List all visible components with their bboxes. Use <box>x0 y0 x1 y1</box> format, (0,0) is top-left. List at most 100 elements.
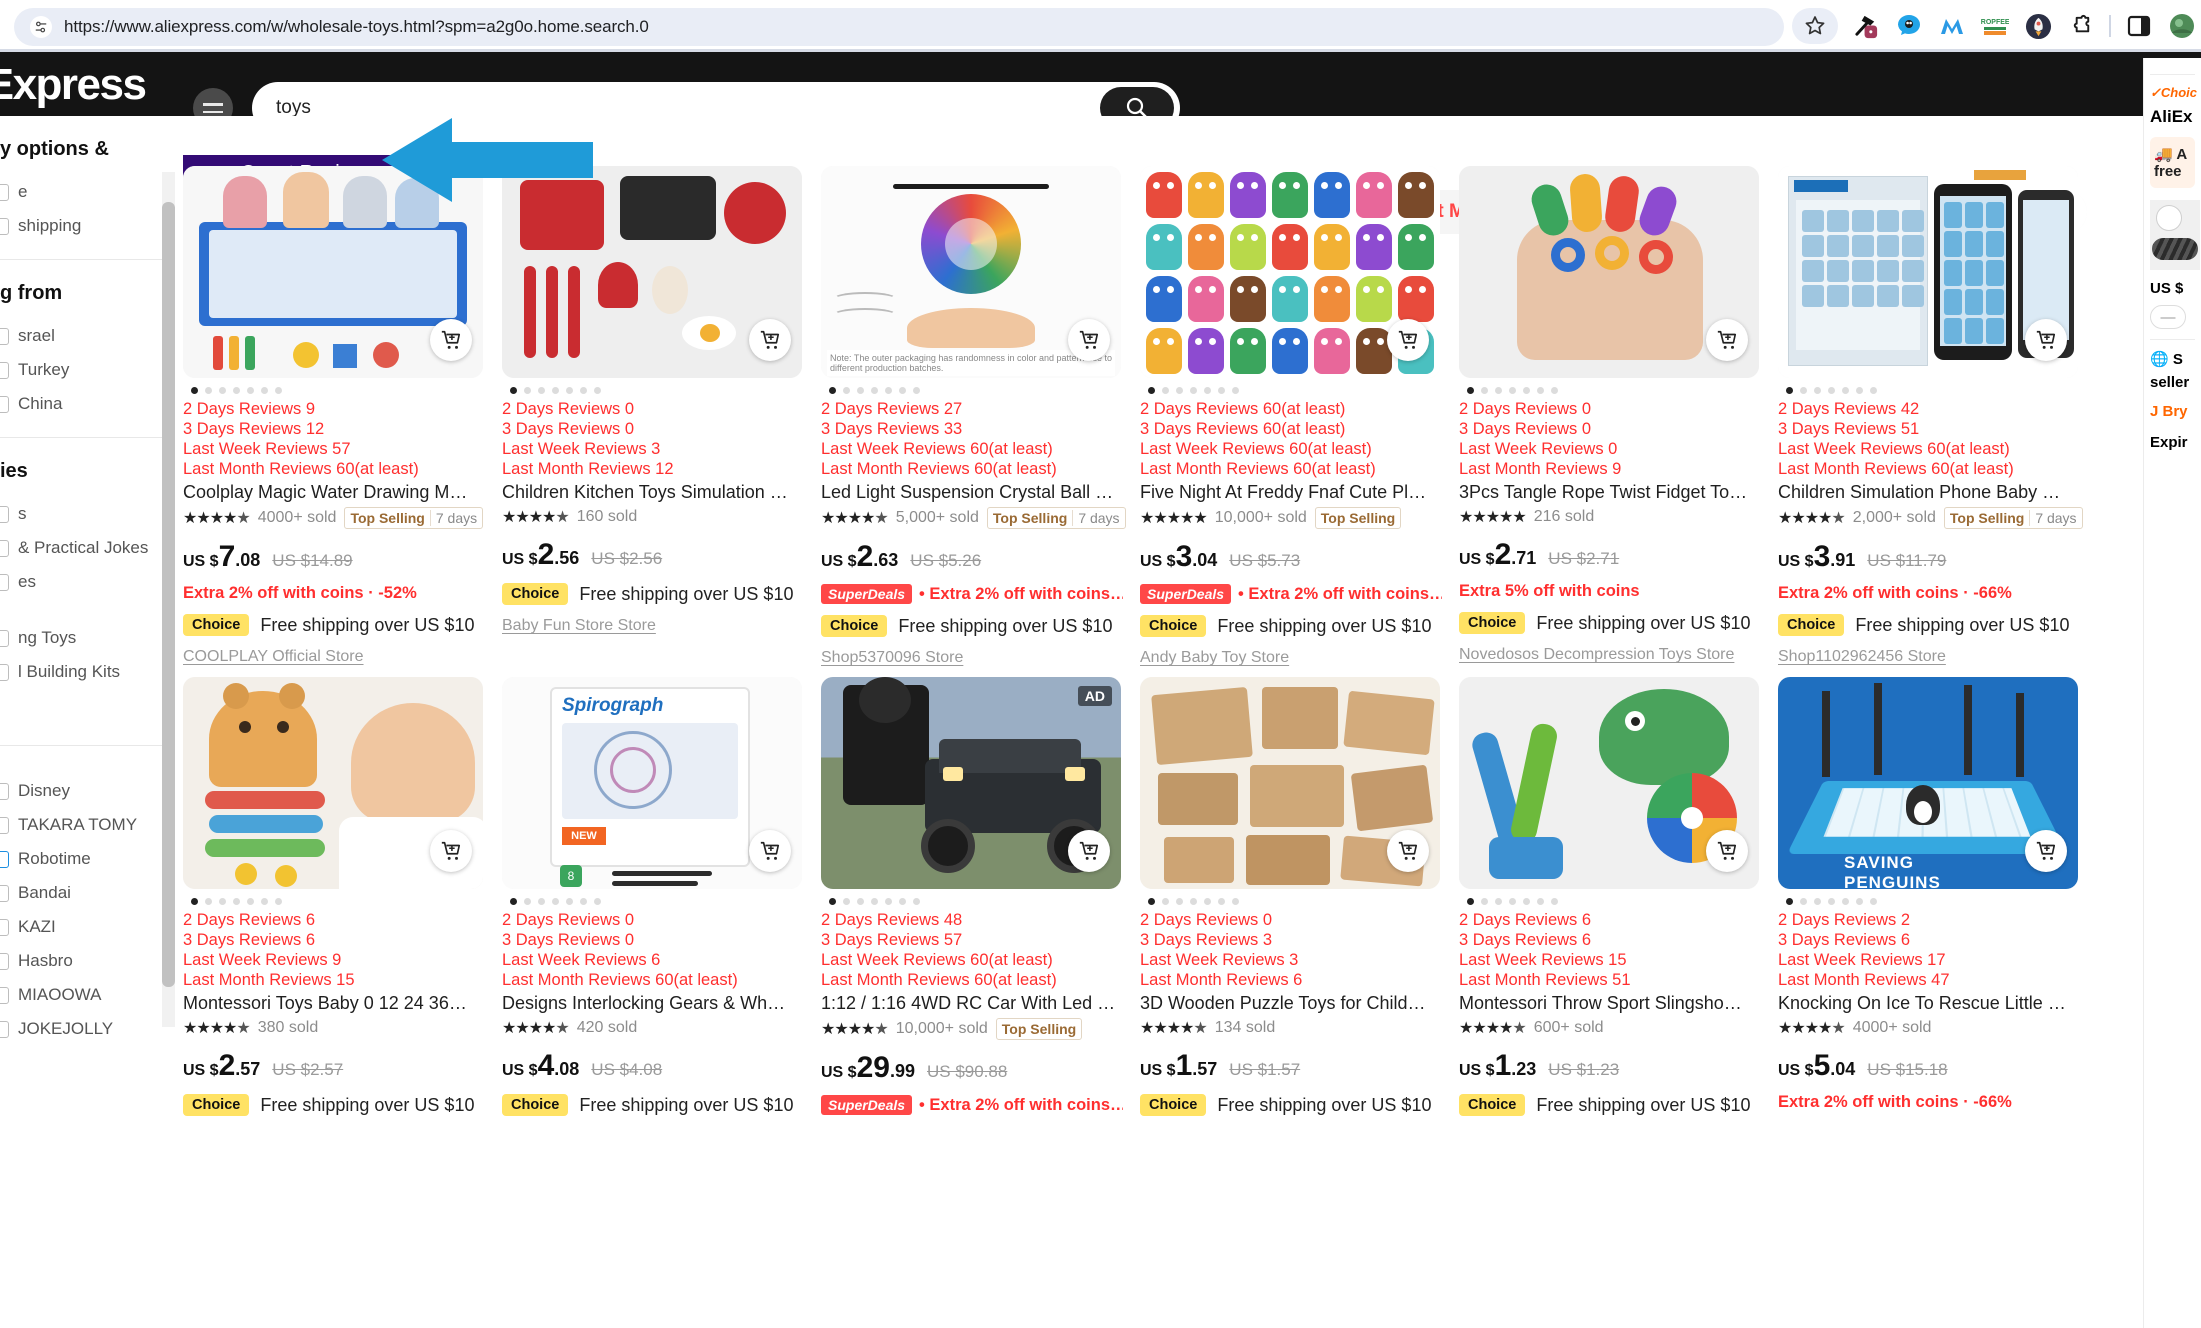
product-title[interactable]: Montessori Toys Baby 0 12 24 36… <box>183 992 483 1015</box>
product-image[interactable] <box>1778 166 2078 378</box>
filter-option[interactable]: & Practical Jokes <box>0 531 175 565</box>
product-title[interactable]: Children Kitchen Toys Simulation … <box>502 481 802 504</box>
brand-option-bandai[interactable]: Bandai <box>0 876 175 910</box>
product-card[interactable]: 2 Days Reviews 0 3 Days Reviews 0 Last Wee… <box>502 166 812 667</box>
extension-m-icon[interactable] <box>1937 11 1967 41</box>
product-title[interactable]: Children Simulation Phone Baby … <box>1778 481 2078 504</box>
product-image[interactable] <box>1140 677 1440 889</box>
image-carousel-dots[interactable] <box>821 889 1131 910</box>
checkbox[interactable] <box>0 816 9 834</box>
product-title[interactable]: 3Pcs Tangle Rope Twist Fidget To… <box>1459 481 1759 504</box>
filter-sidebar[interactable]: ▲ y options & e shipping g from srael Tu… <box>0 116 175 1328</box>
product-title[interactable]: Designs Interlocking Gears & Wh… <box>502 992 802 1015</box>
checkbox[interactable] <box>0 217 9 235</box>
product-card[interactable]: Spirograph NEW 8 2 Days Reviews 03 Days … <box>502 677 812 1116</box>
checkbox[interactable] <box>0 505 9 523</box>
bookmark-star-icon[interactable] <box>1792 8 1838 44</box>
store-name[interactable]: Shop5370096 Store <box>821 649 1131 667</box>
address-bar[interactable]: https://www.aliexpress.com/w/wholesale-t… <box>14 8 1784 46</box>
product-image[interactable]: Spirograph NEW 8 <box>502 677 802 889</box>
product-image[interactable] <box>1459 166 1759 378</box>
brand-option-disney[interactable]: Disney <box>0 774 175 808</box>
checkbox[interactable] <box>0 782 9 800</box>
filter-option[interactable]: s <box>0 497 175 531</box>
extensions-puzzle-icon[interactable] <box>2066 11 2096 41</box>
image-carousel-dots[interactable] <box>183 889 493 910</box>
filter-option[interactable]: ng Toys <box>0 621 175 655</box>
add-to-cart-button[interactable] <box>2025 319 2067 361</box>
product-card[interactable]: SAVING PENGUINS 2 Days Reviews 2 3 Days R… <box>1778 677 2088 1116</box>
store-name[interactable]: Andy Baby Toy Store <box>1140 649 1450 667</box>
checkbox[interactable] <box>0 918 9 936</box>
add-to-cart-button[interactable] <box>430 830 472 872</box>
filter-option[interactable]: shipping <box>0 209 175 243</box>
product-image[interactable]: AD <box>821 677 1121 889</box>
brand-option-kazi[interactable]: KAZI <box>0 910 175 944</box>
checkbox[interactable] <box>0 884 9 902</box>
checkbox[interactable] <box>0 986 9 1004</box>
product-title[interactable]: 3D Wooden Puzzle Toys for Child… <box>1140 992 1440 1015</box>
add-to-cart-button[interactable] <box>1068 830 1110 872</box>
add-to-cart-button[interactable] <box>2025 830 2067 872</box>
checkbox[interactable] <box>0 361 9 379</box>
checkbox[interactable] <box>0 629 9 647</box>
brand-option-hasbro[interactable]: Hasbro <box>0 944 175 978</box>
checkbox[interactable] <box>0 1020 9 1038</box>
image-carousel-dots[interactable] <box>1140 889 1450 910</box>
product-title[interactable]: Montessori Throw Sport Slingsho… <box>1459 992 1759 1015</box>
product-title[interactable]: Five Night At Freddy Fnaf Cute Pl… <box>1140 481 1440 504</box>
filter-option[interactable]: Turkey <box>0 353 175 387</box>
product-title[interactable]: 1:12 / 1:16 4WD RC Car With Led … <box>821 992 1121 1015</box>
image-carousel-dots[interactable] <box>1778 378 2088 399</box>
image-carousel-dots[interactable] <box>1459 889 1769 910</box>
add-to-cart-button[interactable] <box>749 319 791 361</box>
image-carousel-dots[interactable] <box>821 378 1131 399</box>
product-card[interactable]: 2 Days Reviews 6 3 Days Reviews 6 Last Wee… <box>183 677 493 1116</box>
checkbox[interactable] <box>0 183 9 201</box>
product-card[interactable]: 2 Days Reviews 0 3 Days Reviews 0 Last Wee… <box>1459 166 1769 667</box>
add-to-cart-button[interactable] <box>1068 319 1110 361</box>
product-image[interactable] <box>1459 677 1759 889</box>
right-side-panel[interactable]: ✓Choic AliEx 🚚 A free US $ — 🌐 S seller … <box>2143 58 2201 1328</box>
checkbox[interactable] <box>0 663 9 681</box>
checkbox[interactable] <box>0 573 9 591</box>
product-title[interactable]: Led Light Suspension Crystal Ball … <box>821 481 1121 504</box>
add-to-cart-button[interactable] <box>1387 319 1429 361</box>
extension-chat-icon[interactable] <box>1894 11 1924 41</box>
site-settings-icon[interactable] <box>30 16 52 38</box>
product-card[interactable]: AD 2 Days Reviews 48 3 Days Reviews 57 Las… <box>821 677 1131 1116</box>
sidebar-scrollbar-thumb[interactable] <box>162 202 175 987</box>
filter-option[interactable]: srael <box>0 319 175 353</box>
checkbox[interactable] <box>0 539 9 557</box>
add-to-cart-button[interactable] <box>1706 319 1748 361</box>
product-card[interactable]: 2 Days Reviews 42 3 Days Reviews 51 Last W… <box>1778 166 2088 667</box>
product-title[interactable]: Coolplay Magic Water Drawing M… <box>183 481 483 504</box>
image-carousel-dots[interactable] <box>183 378 493 399</box>
image-carousel-dots[interactable] <box>502 378 812 399</box>
add-to-cart-button[interactable] <box>1387 830 1429 872</box>
checkbox[interactable] <box>0 327 9 345</box>
decrease-quantity-button[interactable]: — <box>2150 305 2186 329</box>
checkbox[interactable] <box>0 395 9 413</box>
filter-option[interactable] <box>0 599 175 621</box>
store-name[interactable]: Baby Fun Store Store <box>502 617 812 635</box>
product-image[interactable]: Note: The outer packaging has randomness… <box>821 166 1121 378</box>
brand-option-miaoowa[interactable]: MIAOOWA <box>0 978 175 1012</box>
item-checkbox[interactable] <box>2156 205 2182 231</box>
extension-rocket-icon[interactable] <box>2023 11 2053 41</box>
store-name[interactable]: COOLPLAY Official Store <box>183 648 493 666</box>
filter-option[interactable]: l Building Kits <box>0 655 175 689</box>
store-name[interactable]: Novedosos Decompression Toys Store <box>1459 646 1769 664</box>
filter-option[interactable]: es <box>0 565 175 599</box>
cart-item-thumbnail[interactable] <box>2150 200 2200 270</box>
brand-option-takara-tomy[interactable]: TAKARA TOMY <box>0 808 175 842</box>
brand-option-robotime[interactable]: Robotime <box>0 842 175 876</box>
image-carousel-dots[interactable] <box>1140 378 1450 399</box>
filter-option[interactable]: e <box>0 175 175 209</box>
checkbox[interactable] <box>0 850 9 868</box>
add-to-cart-button[interactable] <box>1706 830 1748 872</box>
product-card[interactable]: Note: The outer packaging has randomness… <box>821 166 1131 667</box>
add-to-cart-button[interactable] <box>430 319 472 361</box>
store-name[interactable]: Shop1102962456 Store <box>1778 648 2088 666</box>
side-panel-icon[interactable] <box>2124 11 2154 41</box>
